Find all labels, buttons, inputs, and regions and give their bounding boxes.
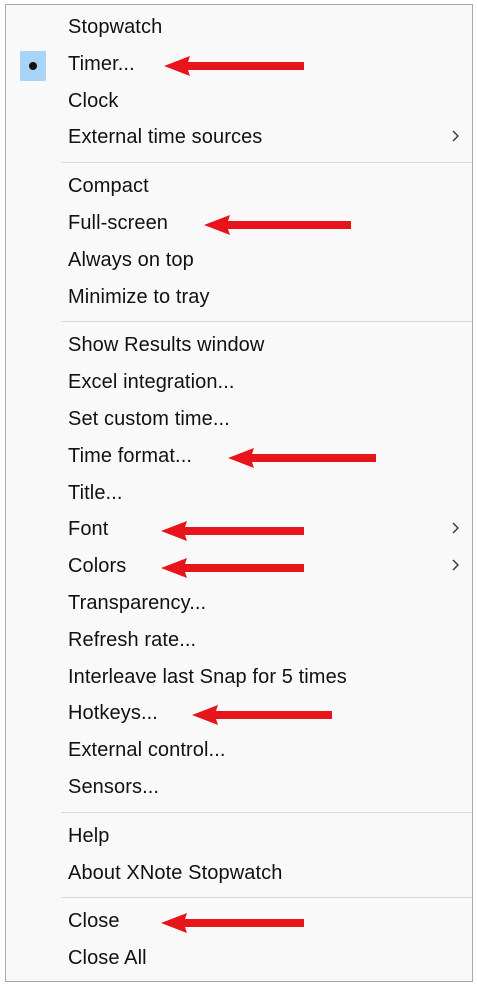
menu-item-label: Colors xyxy=(68,555,127,578)
menu-item-refresh-rate[interactable]: Refresh rate... xyxy=(6,623,472,659)
menu-item-label: Close xyxy=(68,910,120,933)
menu-item-label: Timer... xyxy=(68,52,135,75)
menu-item-label: Sensors... xyxy=(68,776,160,798)
menu-item-label: Help xyxy=(68,824,110,847)
menu-item-external-time-sources[interactable]: External time sources xyxy=(6,120,472,156)
context-menu: Stopwatch Timer... Clock External time sour… xyxy=(5,4,473,982)
menu-item-set-custom-time[interactable]: Set custom time... xyxy=(6,402,472,438)
menu-item-close-all[interactable]: Close All xyxy=(6,941,472,977)
menu-separator xyxy=(61,897,472,899)
menu-item-label: Set custom time... xyxy=(68,408,230,430)
menu-item-label: Compact xyxy=(68,175,149,198)
menu-item-label: Transparency... xyxy=(68,592,207,614)
menu-separator xyxy=(61,811,472,813)
menu-item-transparency[interactable]: Transparency... xyxy=(6,586,472,622)
menu-item-label: Title... xyxy=(68,481,123,504)
menu-item-close[interactable]: Close xyxy=(6,904,472,940)
menu-item-timer[interactable]: Timer... xyxy=(6,47,472,83)
menu-item-about-xnote-stopwatch[interactable]: About XNote Stopwatch xyxy=(6,856,472,892)
menu-item-label: Time format... xyxy=(68,444,193,467)
menu-item-sensors[interactable]: Sensors... xyxy=(6,770,472,806)
menu-item-always-on-top[interactable]: Always on top xyxy=(6,243,472,279)
red-arrow-icon xyxy=(228,447,376,468)
menu-item-full-screen[interactable]: Full-screen xyxy=(6,206,472,242)
menu-item-interleave-last-snap-for-5-times[interactable]: Interleave last Snap for 5 times xyxy=(6,660,472,696)
menu-item-label: Interleave last Snap for 5 times xyxy=(68,665,347,688)
menu-item-colors[interactable]: Colors xyxy=(6,549,472,585)
menu-item-label: Excel integration... xyxy=(68,371,235,394)
menu-item-compact[interactable]: Compact xyxy=(6,169,472,205)
menu-item-label: Stopwatch xyxy=(68,16,163,38)
menu-item-minimize-to-tray[interactable]: Minimize to tray xyxy=(6,280,472,316)
menu-item-title[interactable]: Title... xyxy=(6,476,472,512)
red-arrow-icon xyxy=(204,215,351,235)
menu-item-external-control[interactable]: External control... xyxy=(6,733,472,769)
menu-separator xyxy=(61,162,472,164)
menu-item-show-results-window[interactable]: Show Results window xyxy=(6,328,472,364)
menu-item-label: About XNote Stopwatch xyxy=(68,861,283,884)
menu-item-label: Show Results window xyxy=(68,334,265,357)
menu-item-help[interactable]: Help xyxy=(6,819,472,855)
menu-item-label: Refresh rate... xyxy=(68,628,197,651)
red-arrow-icon xyxy=(161,521,304,542)
menu-item-excel-integration[interactable]: Excel integration... xyxy=(6,365,472,401)
chevron-right-icon xyxy=(452,559,459,571)
menu-item-time-format[interactable]: Time format... xyxy=(6,439,472,475)
menu-item-label: Always on top xyxy=(68,248,194,271)
red-arrow-icon xyxy=(161,558,304,579)
menu-item-label: Close All xyxy=(68,947,147,970)
red-arrow-icon xyxy=(164,55,304,76)
menu-item-label: Full-screen xyxy=(68,212,169,234)
red-arrow-icon xyxy=(161,913,304,934)
red-arrow-icon xyxy=(192,705,332,726)
menu-item-label: External control... xyxy=(68,739,226,762)
menu-item-label: Hotkeys... xyxy=(68,702,158,725)
menu-item-hotkeys[interactable]: Hotkeys... xyxy=(6,696,472,732)
chevron-right-icon xyxy=(452,130,459,142)
menu-item-label: Clock xyxy=(68,89,119,112)
bullet-dot-icon xyxy=(29,61,37,70)
chevron-right-icon xyxy=(452,522,459,534)
menu-item-clock[interactable]: Clock xyxy=(6,84,472,120)
menu-item-font[interactable]: Font xyxy=(6,512,472,548)
menu-item-label: Minimize to tray xyxy=(68,285,210,308)
checkmark-highlight xyxy=(20,50,46,81)
menu-item-label: Font xyxy=(68,518,109,541)
menu-separator xyxy=(61,321,472,323)
menu-item-label: External time sources xyxy=(68,126,263,149)
menu-item-stopwatch[interactable]: Stopwatch xyxy=(6,10,472,46)
